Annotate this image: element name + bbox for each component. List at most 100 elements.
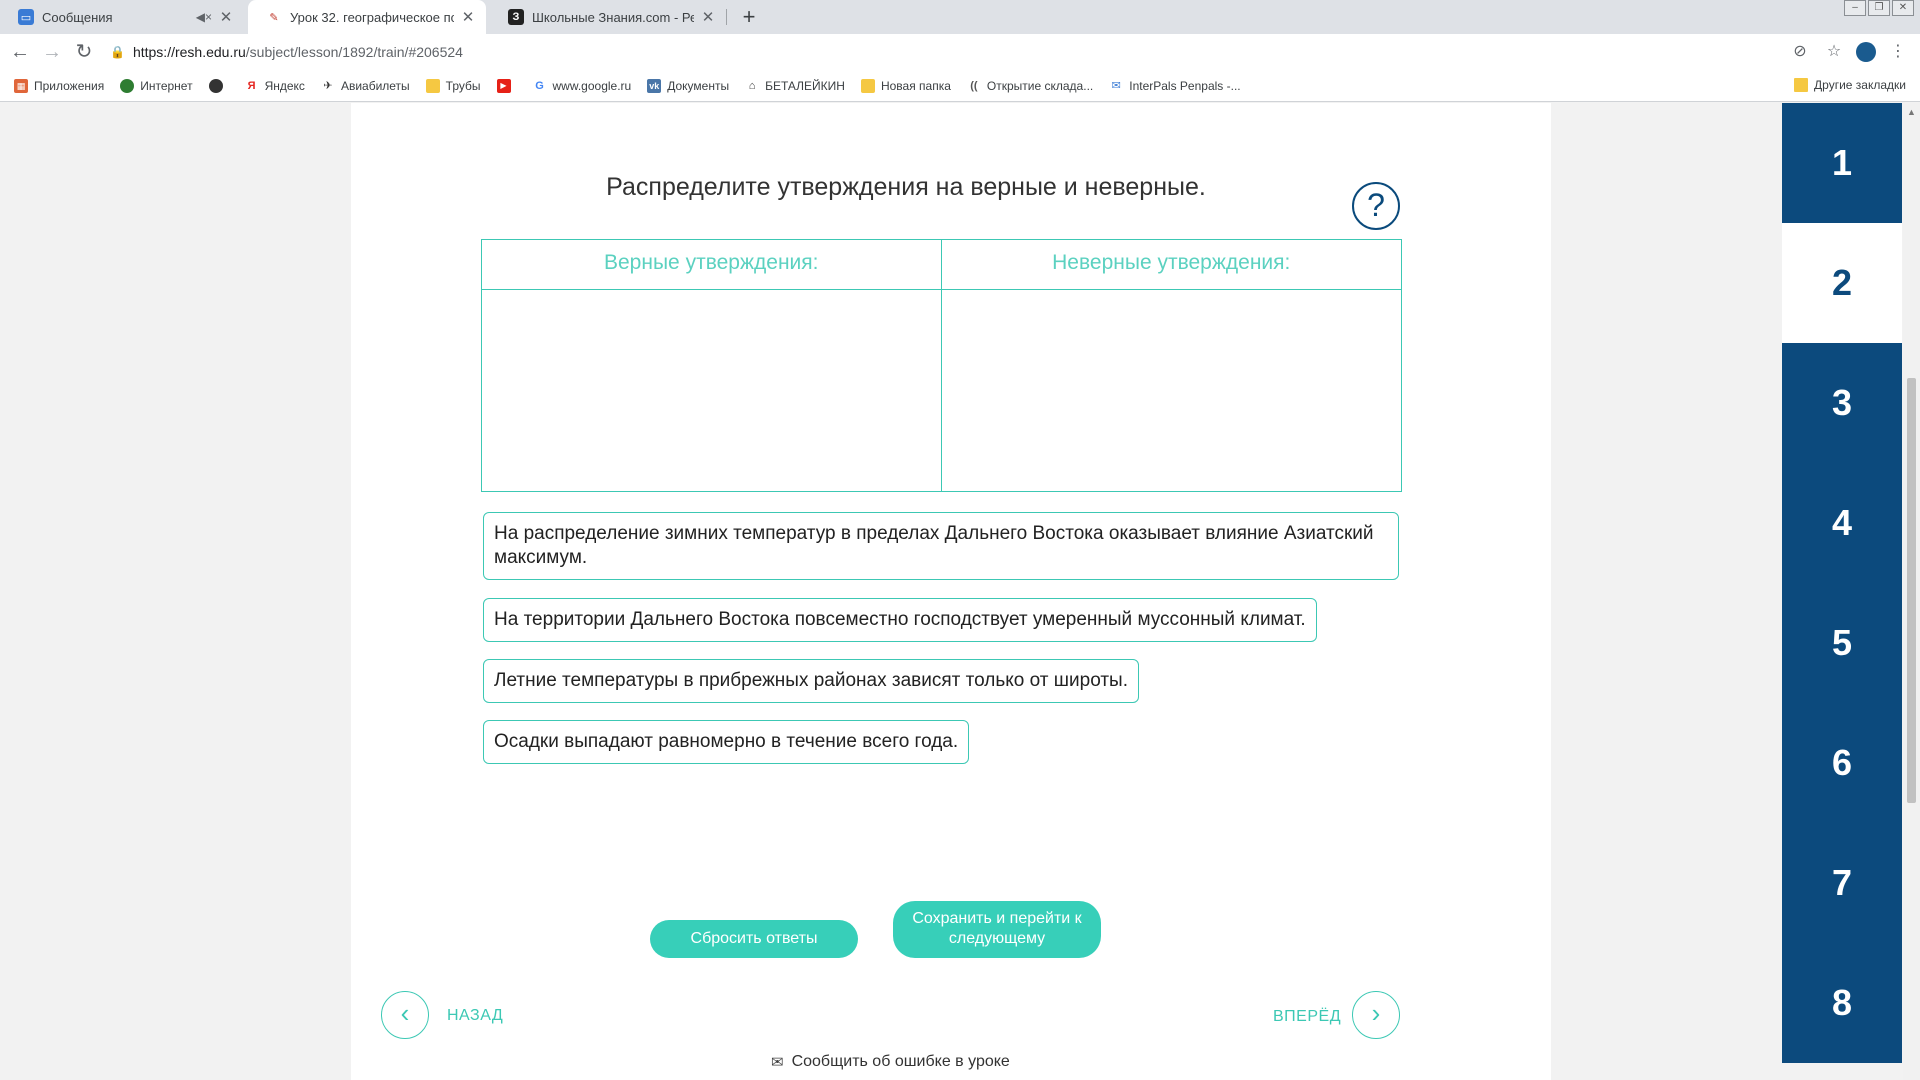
tab-title: Школьные Знания.com - Решае bbox=[532, 9, 694, 25]
report-error-label: Сообщить об ошибке в уроке bbox=[791, 1053, 1010, 1070]
bookmark-internet[interactable]: Интернет bbox=[120, 78, 193, 93]
tab-strip: ▭ Сообщения ◀× ✕ ✎ Урок 32. географическ… bbox=[0, 0, 1920, 34]
youtube-icon: ▶ bbox=[496, 78, 511, 93]
envelope-icon: ✉ bbox=[1111, 79, 1121, 92]
bookmark-label: Приложения bbox=[34, 78, 105, 93]
chat-icon: ▭ bbox=[18, 9, 34, 25]
toolbar-right: ⊘ ☆ ⋮ bbox=[1778, 40, 1910, 64]
bookmark-betaleykin[interactable]: ⌂ БЕТАЛЕЙКИН bbox=[745, 79, 845, 93]
close-tab-icon[interactable]: ✕ bbox=[218, 8, 234, 26]
translate-blocked-icon[interactable]: ⊘ bbox=[1788, 40, 1812, 64]
minimize-icon[interactable]: ‒ bbox=[1844, 0, 1866, 16]
back-arrow-icon[interactable]: ← bbox=[8, 40, 32, 64]
report-error-link[interactable]: ✉ Сообщить об ошибке в уроке bbox=[771, 1053, 1010, 1071]
statement-card[interactable]: На территории Дальнего Востока повсемест… bbox=[483, 598, 1317, 642]
other-bookmarks-label: Другие закладки bbox=[1814, 78, 1906, 92]
forward-arrow-icon[interactable]: → bbox=[40, 40, 64, 64]
tab-title: Урок 32. географическое полож bbox=[290, 9, 454, 25]
new-tab-button[interactable]: + bbox=[736, 4, 762, 30]
bookmark-new-folder[interactable]: Новая папка bbox=[860, 78, 951, 93]
browser-toolbar: ← → ↻ 🔒 https://resh.edu.ru/subject/less… bbox=[0, 34, 1920, 70]
tab-messages[interactable]: ▭ Сообщения ◀× ✕ bbox=[0, 0, 244, 34]
reload-icon[interactable]: ↻ bbox=[72, 40, 96, 64]
reset-answers-button[interactable]: Сбросить ответы bbox=[650, 920, 858, 958]
speaker-muted-icon[interactable]: ◀× bbox=[196, 10, 212, 24]
save-next-button[interactable]: Сохранить и перейти к следующему bbox=[893, 901, 1101, 958]
url-path: /subject/lesson/1892/train/#206524 bbox=[245, 44, 463, 60]
airplane-icon: ✈ bbox=[323, 79, 333, 92]
statement-card[interactable]: Осадки выпадают равномерно в течение все… bbox=[483, 720, 970, 764]
tab-separator bbox=[726, 9, 727, 25]
column-header-false: Неверные утверждения: bbox=[941, 240, 1401, 290]
yandex-icon: Я bbox=[247, 79, 256, 92]
bookmark-label: Новая папка bbox=[880, 78, 951, 93]
bookmark-label: InterPals Penpals -... bbox=[1129, 78, 1241, 93]
apps-grid-icon: ▦ bbox=[14, 78, 28, 93]
step-5[interactable]: 5 bbox=[1782, 583, 1902, 703]
address-bar[interactable]: 🔒 https://resh.edu.ru/subject/lesson/189… bbox=[110, 38, 1780, 66]
menu-dots-icon[interactable]: ⋮ bbox=[1886, 40, 1910, 64]
step-8[interactable]: 8 bbox=[1782, 943, 1902, 1063]
building-icon: ⌂ bbox=[748, 79, 756, 92]
signal-icon: (( bbox=[970, 79, 978, 92]
tab-lesson[interactable]: ✎ Урок 32. географическое полож ✕ bbox=[248, 0, 486, 34]
step-1[interactable]: 1 bbox=[1782, 103, 1902, 223]
resh-favicon-icon: ✎ bbox=[269, 11, 279, 24]
back-chevron-icon[interactable]: ‹ bbox=[381, 991, 429, 1039]
restore-icon[interactable]: ❐ bbox=[1868, 0, 1890, 16]
step-2[interactable]: 2 bbox=[1782, 223, 1902, 343]
bookmark-label: Интернет bbox=[140, 78, 193, 93]
close-tab-icon[interactable]: ✕ bbox=[700, 8, 716, 26]
bookmark-docs[interactable]: vk Документы bbox=[647, 78, 729, 93]
tab-znania[interactable]: З Школьные Знания.com - Решае ✕ bbox=[490, 0, 726, 34]
bookmark-label: www.google.ru bbox=[552, 78, 632, 93]
other-bookmarks[interactable]: Другие закладки bbox=[1794, 78, 1906, 92]
folder-icon bbox=[425, 78, 440, 93]
globe-icon bbox=[120, 78, 135, 93]
bookmark-yandex[interactable]: Я Яндекс bbox=[245, 79, 305, 93]
scroll-up-icon[interactable]: ▲ bbox=[1907, 107, 1916, 117]
page-scrollbar[interactable]: ▲ bbox=[1903, 103, 1920, 1080]
bookmark-flights[interactable]: ✈ Авиабилеты bbox=[321, 78, 410, 93]
window-controls: ‒ ❐ ✕ bbox=[1842, 0, 1914, 16]
bookmark-warehouse[interactable]: (( Открытие склада... bbox=[967, 79, 1093, 93]
scrollbar-thumb[interactable] bbox=[1907, 378, 1916, 803]
globe-dark-icon bbox=[208, 78, 223, 93]
step-3[interactable]: 3 bbox=[1782, 343, 1902, 463]
bookmark-apps[interactable]: ▦ Приложения bbox=[14, 78, 105, 93]
bookmark-label: Авиабилеты bbox=[340, 78, 410, 93]
close-tab-icon[interactable]: ✕ bbox=[460, 8, 476, 26]
bookmark-label: БЕТАЛЕЙКИН bbox=[765, 78, 845, 93]
step-7[interactable]: 7 bbox=[1782, 823, 1902, 943]
page-background: Распределите утверждения на верные и нев… bbox=[0, 103, 1920, 1080]
help-button[interactable]: ? bbox=[1352, 182, 1400, 230]
dropzone-false[interactable] bbox=[942, 290, 1402, 491]
close-window-icon[interactable]: ✕ bbox=[1892, 0, 1914, 16]
step-navigator: 1 2 3 4 5 6 7 8 bbox=[1782, 103, 1902, 1063]
column-header-true: Верные утверждения: bbox=[482, 240, 942, 290]
statement-card[interactable]: На распределение зимних температур в пре… bbox=[483, 512, 1399, 580]
back-link[interactable]: НАЗАД bbox=[447, 1007, 503, 1025]
folder-icon bbox=[1794, 78, 1809, 92]
bookmark-youtube[interactable]: ▶ bbox=[496, 78, 517, 93]
folder-icon bbox=[860, 78, 875, 93]
sort-table: Верные утверждения: Неверные утверждения… bbox=[481, 239, 1402, 492]
bookmark-interpals[interactable]: ✉ InterPals Penpals -... bbox=[1109, 78, 1241, 93]
task-title: Распределите утверждения на верные и нев… bbox=[606, 173, 1206, 201]
google-icon: G bbox=[535, 79, 544, 92]
bookmark-pipes[interactable]: Трубы bbox=[425, 78, 481, 93]
profile-avatar[interactable] bbox=[1856, 42, 1876, 62]
step-4[interactable]: 4 bbox=[1782, 463, 1902, 583]
dropzone-true[interactable] bbox=[482, 290, 942, 491]
bookmarks-bar: ▦ Приложения Интернет Я Яндекс ✈ Авиабилеты… bbox=[0, 70, 1920, 102]
star-bookmark-icon[interactable]: ☆ bbox=[1822, 40, 1846, 64]
bookmark-label: Яндекс bbox=[264, 78, 305, 93]
statement-card[interactable]: Летние температуры в прибрежных районах … bbox=[483, 659, 1139, 703]
forward-link[interactable]: ВПЕРЁД bbox=[1273, 1008, 1341, 1026]
bookmark-google[interactable]: Gwww.google.ru bbox=[533, 78, 632, 93]
lesson-card: Распределите утверждения на верные и нев… bbox=[351, 103, 1902, 1080]
bookmark-label: Открытие склада... bbox=[986, 78, 1094, 93]
bookmark-unnamed[interactable] bbox=[208, 78, 229, 93]
step-6[interactable]: 6 bbox=[1782, 703, 1902, 823]
forward-chevron-icon[interactable]: › bbox=[1352, 991, 1400, 1039]
